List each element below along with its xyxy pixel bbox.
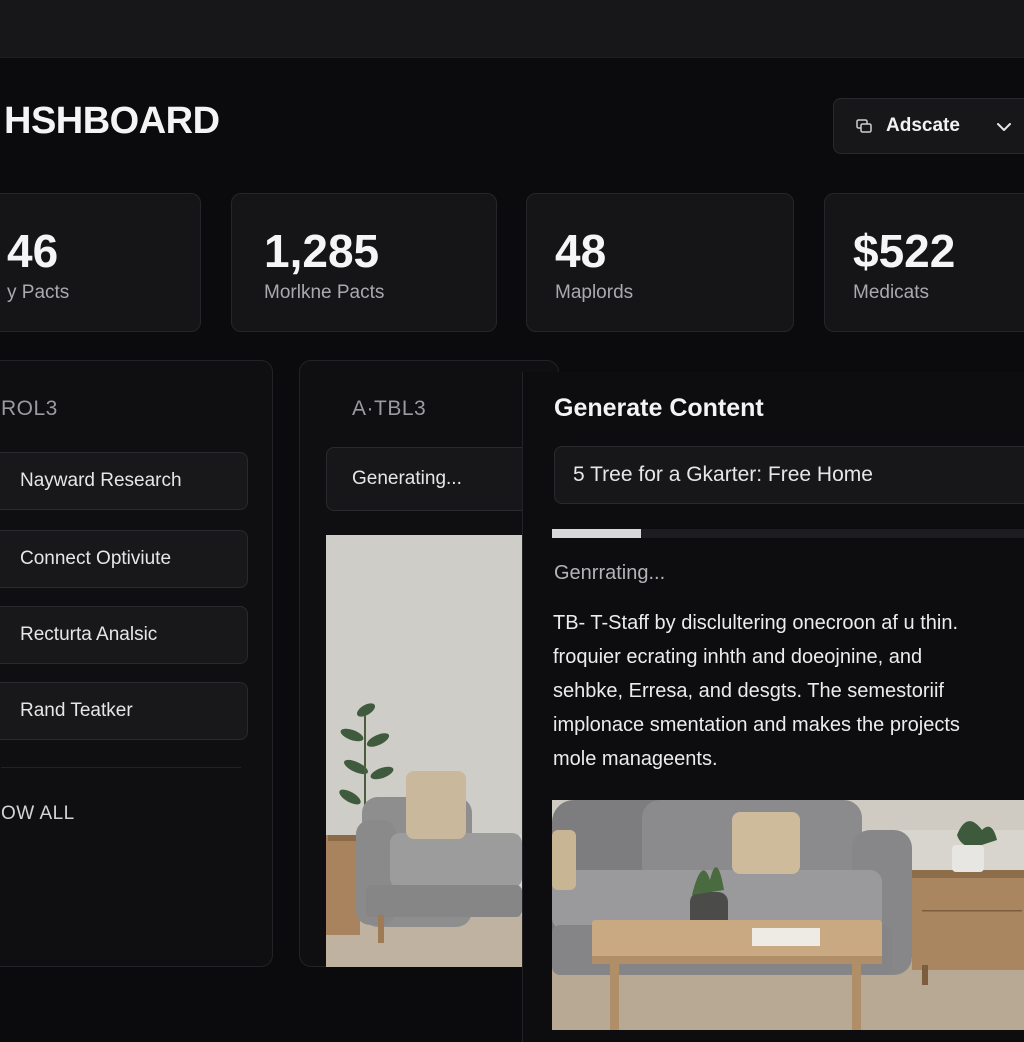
stat-card: 48 Maplords (526, 193, 794, 332)
stat-caption: y Pacts (7, 282, 70, 303)
dropdown-label: Adscate (886, 115, 960, 136)
table-heading: A·TBL3 (352, 397, 427, 420)
generated-line: froquier ecrating inhth and doeojnine, a… (553, 646, 923, 668)
view-all-link[interactable]: OW ALL (1, 803, 75, 825)
generate-content-panel: Generate Content 5 Tree for a Gkarter: F… (522, 372, 1024, 1042)
divider (1, 767, 241, 768)
layers-icon (856, 119, 872, 133)
tool-item[interactable]: Recturta Analsic (0, 606, 248, 664)
generated-line: TB- T-Staff by disclultering onecroon af… (553, 612, 959, 634)
stat-card: 1,285 Morlkne Pacts (231, 193, 497, 332)
stat-value: 1,285 (264, 225, 380, 277)
tools-panel: ROL3 Nayward Research Connect Optiviute … (0, 360, 273, 967)
stat-caption: Morlkne Pacts (264, 282, 385, 303)
generated-text: TB- T-Staff by disclultering onecroon af… (553, 606, 1024, 776)
stat-value: 46 (7, 225, 59, 277)
generated-line: sehbke, Erresa, and desgts. The semestor… (553, 680, 944, 702)
table-panel: A·TBL3 Generating... (299, 360, 559, 967)
stat-caption: Maplords (555, 282, 634, 303)
tool-item[interactable]: Rand Teatker (0, 682, 248, 740)
tools-heading: ROL3 (1, 397, 58, 420)
living-room-image (326, 535, 522, 967)
generation-status: Genrrating... (554, 562, 666, 584)
generated-line: mole manageents. (553, 748, 718, 770)
generated-line: implonace smentation and makes the proje… (553, 714, 960, 736)
workspace-dropdown[interactable]: Adscate (833, 98, 1024, 154)
chevron-down-icon (997, 123, 1011, 131)
tool-item[interactable]: Nayward Research (0, 452, 248, 510)
generate-title: Generate Content (554, 394, 764, 422)
progress-bar (552, 529, 1024, 538)
tool-item[interactable]: Connect Optiviute (0, 530, 248, 588)
stat-card: 46 y Pacts (0, 193, 201, 332)
page-title: HSHBOARD (4, 100, 220, 142)
stat-value: 48 (555, 225, 607, 277)
stat-caption: Medicats (853, 282, 930, 303)
prompt-input[interactable]: 5 Tree for a Gkarter: Free Home (554, 446, 1024, 504)
generated-room-image (552, 800, 1024, 1030)
stat-value: $522 (853, 225, 956, 277)
stat-card: $522 Medicats (824, 193, 1024, 332)
progress-fill (552, 529, 641, 538)
top-bar (0, 0, 1024, 58)
